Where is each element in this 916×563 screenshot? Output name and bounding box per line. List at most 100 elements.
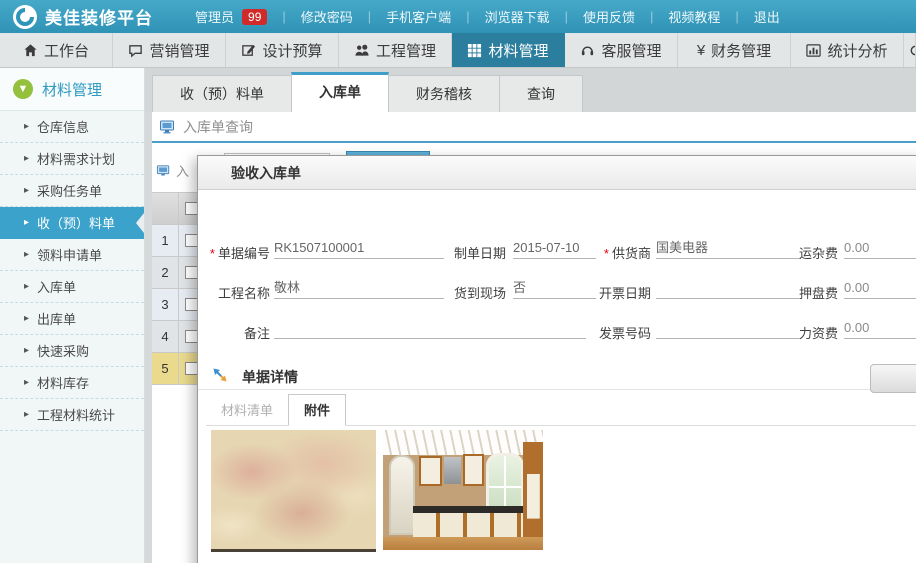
nav-project[interactable]: 工程管理 (339, 33, 452, 67)
make-date-field[interactable]: 2015-07-10 (513, 238, 596, 259)
sidebar-item-warehouse-info[interactable]: ▸仓库信息 (0, 111, 144, 143)
caret-right-icon: ▸ (24, 121, 29, 132)
tab-attachments[interactable]: 附件 (288, 394, 346, 426)
receive-inbound-dialog: 验收入库单 *单据编号 RK1507100001 制单日期 2015-07-10… (197, 155, 916, 563)
sidebar-title: 材料管理 (42, 79, 102, 100)
supplier-field[interactable]: 国美电器 (656, 238, 801, 259)
kitchen-floor (383, 537, 543, 550)
sidebar-item-outbound-order[interactable]: ▸出库单 (0, 303, 144, 335)
kitchen-ceiling (383, 430, 543, 455)
invoice-date-field[interactable] (656, 278, 801, 299)
on-site-field[interactable]: 否 (513, 278, 596, 299)
chart-icon (806, 43, 821, 58)
feedback-link[interactable]: 使用反馈 (583, 7, 635, 26)
main-nav: 工作台 营销管理 设计预算 工程管理 材料管理 客服管理 ¥ 财务管理 统计分析 (0, 33, 916, 68)
sidebar-item-purchase-task[interactable]: ▸采购任务单 (0, 175, 144, 207)
select-all-checkbox[interactable] (179, 193, 197, 224)
nav-statistics[interactable]: 统计分析 (791, 33, 904, 67)
result-grid: 1 2 3 4 5 (152, 192, 197, 385)
invoice-date-label: 开票日期 (588, 283, 651, 302)
edit-icon (241, 43, 256, 58)
sidebar-item-quick-purchase[interactable]: ▸快速采购 (0, 335, 144, 367)
caret-right-icon: ▸ (24, 313, 29, 324)
grid-row[interactable]: 2 (152, 257, 197, 289)
marble-sample-image[interactable] (211, 430, 376, 552)
panel-title: 入库单查询 (152, 112, 916, 141)
user-menu[interactable]: 管理员 (195, 7, 234, 26)
caret-right-icon: ▸ (24, 153, 29, 164)
divider: | (650, 9, 653, 24)
nav-design-budget[interactable]: 设计预算 (226, 33, 339, 67)
sidebar-item-receive-material[interactable]: ▸收（预）料单 (0, 207, 144, 239)
doc-no-field[interactable]: RK1507100001 (274, 238, 444, 259)
nav-materials[interactable]: 材料管理 (452, 33, 565, 67)
active-notch (136, 213, 144, 233)
nav-more-partial[interactable] (904, 33, 916, 67)
inbound-list-panel: 入 1 2 3 4 5 (152, 158, 197, 400)
project-field[interactable]: 敬林 (274, 278, 444, 299)
row-checkbox[interactable] (179, 257, 197, 288)
deposit-field[interactable]: 0.00 (844, 278, 916, 299)
kitchen-tall-cabinet (523, 442, 543, 539)
nav-customer-service[interactable]: 客服管理 (565, 33, 678, 67)
grid-icon (467, 43, 482, 58)
change-password-link[interactable]: 修改密码 (301, 7, 353, 26)
freight-field[interactable]: 0.00 (844, 238, 916, 259)
sidebar: ▼ 材料管理 ▸仓库信息 ▸材料需求计划 ▸采购任务单 ▸收（预）料单 ▸领料申… (0, 68, 145, 563)
make-date-label: 制单日期 (450, 243, 506, 262)
topbar-menu: 管理员 99 | 修改密码 | 手机客户端 | 浏览器下载 | 使用反馈 | 视… (195, 7, 780, 26)
deposit-label: 押盘费 (796, 283, 838, 302)
nav-marketing[interactable]: 营销管理 (113, 33, 226, 67)
caret-right-icon: ▸ (24, 249, 29, 260)
mobile-client-link[interactable]: 手机客户端 (386, 7, 451, 26)
divider: | (735, 9, 738, 24)
row-checkbox[interactable] (179, 353, 197, 384)
nav-finance[interactable]: ¥ 财务管理 (678, 33, 791, 67)
labor-fee-label: 力资费 (796, 323, 838, 342)
caret-right-icon: ▸ (24, 409, 29, 420)
invoice-no-label: 发票号码 (588, 323, 651, 342)
tab-material-list[interactable]: 材料清单 (206, 395, 288, 426)
nav-workbench[interactable]: 工作台 (0, 33, 113, 67)
kitchen-lower-cabinets (413, 513, 535, 539)
grid-row[interactable]: 3 (152, 289, 197, 321)
tab-query[interactable]: 查询 (499, 75, 583, 112)
remark-field[interactable] (274, 318, 586, 339)
kitchen-upper-cabinet (463, 454, 484, 486)
row-checkbox[interactable] (179, 225, 197, 256)
invoice-no-field[interactable] (656, 318, 801, 339)
yuan-icon: ¥ (697, 42, 705, 59)
tab-inbound-order[interactable]: 入库单 (291, 72, 389, 112)
brand-logo-icon (12, 4, 38, 30)
sidebar-item-project-material-stats[interactable]: ▸工程材料统计 (0, 399, 144, 431)
tab-finance-audit[interactable]: 财务稽核 (388, 75, 500, 112)
expand-arrows-icon[interactable] (211, 366, 229, 384)
supplier-label: *供货商 (588, 243, 651, 262)
freight-label: 运杂费 (796, 243, 838, 262)
kitchen-photo-image[interactable] (383, 430, 543, 550)
sidebar-item-material-request[interactable]: ▸领料申请单 (0, 239, 144, 271)
monitor-icon (156, 164, 171, 178)
monitor-icon (159, 119, 176, 135)
doc-no-label: *单据编号 (206, 243, 270, 262)
sidebar-item-inbound-order[interactable]: ▸入库单 (0, 271, 144, 303)
labor-fee-field[interactable]: 0.00 (844, 318, 916, 339)
caret-right-icon: ▸ (24, 281, 29, 292)
notification-badge[interactable]: 99 (242, 9, 267, 25)
divider: | (368, 9, 371, 24)
tab-receive-material[interactable]: 收（预）料单 (152, 75, 292, 112)
row-checkbox[interactable] (179, 289, 197, 320)
logout-link[interactable]: 退出 (754, 7, 780, 26)
grid-row-selected[interactable]: 5 (152, 353, 197, 385)
grid-row[interactable]: 4 (152, 321, 197, 353)
sidebar-item-material-demand-plan[interactable]: ▸材料需求计划 (0, 143, 144, 175)
collapse-button[interactable] (870, 364, 916, 393)
divider: | (282, 9, 285, 24)
video-tutorial-link[interactable]: 视频教程 (668, 7, 720, 26)
sidebar-item-material-stock[interactable]: ▸材料库存 (0, 367, 144, 399)
detail-section-header: 单据详情 (198, 362, 916, 390)
row-checkbox[interactable] (179, 321, 197, 352)
browser-download-link[interactable]: 浏览器下载 (485, 7, 550, 26)
grid-row[interactable]: 1 (152, 225, 197, 257)
sidebar-header[interactable]: ▼ 材料管理 (0, 68, 144, 111)
